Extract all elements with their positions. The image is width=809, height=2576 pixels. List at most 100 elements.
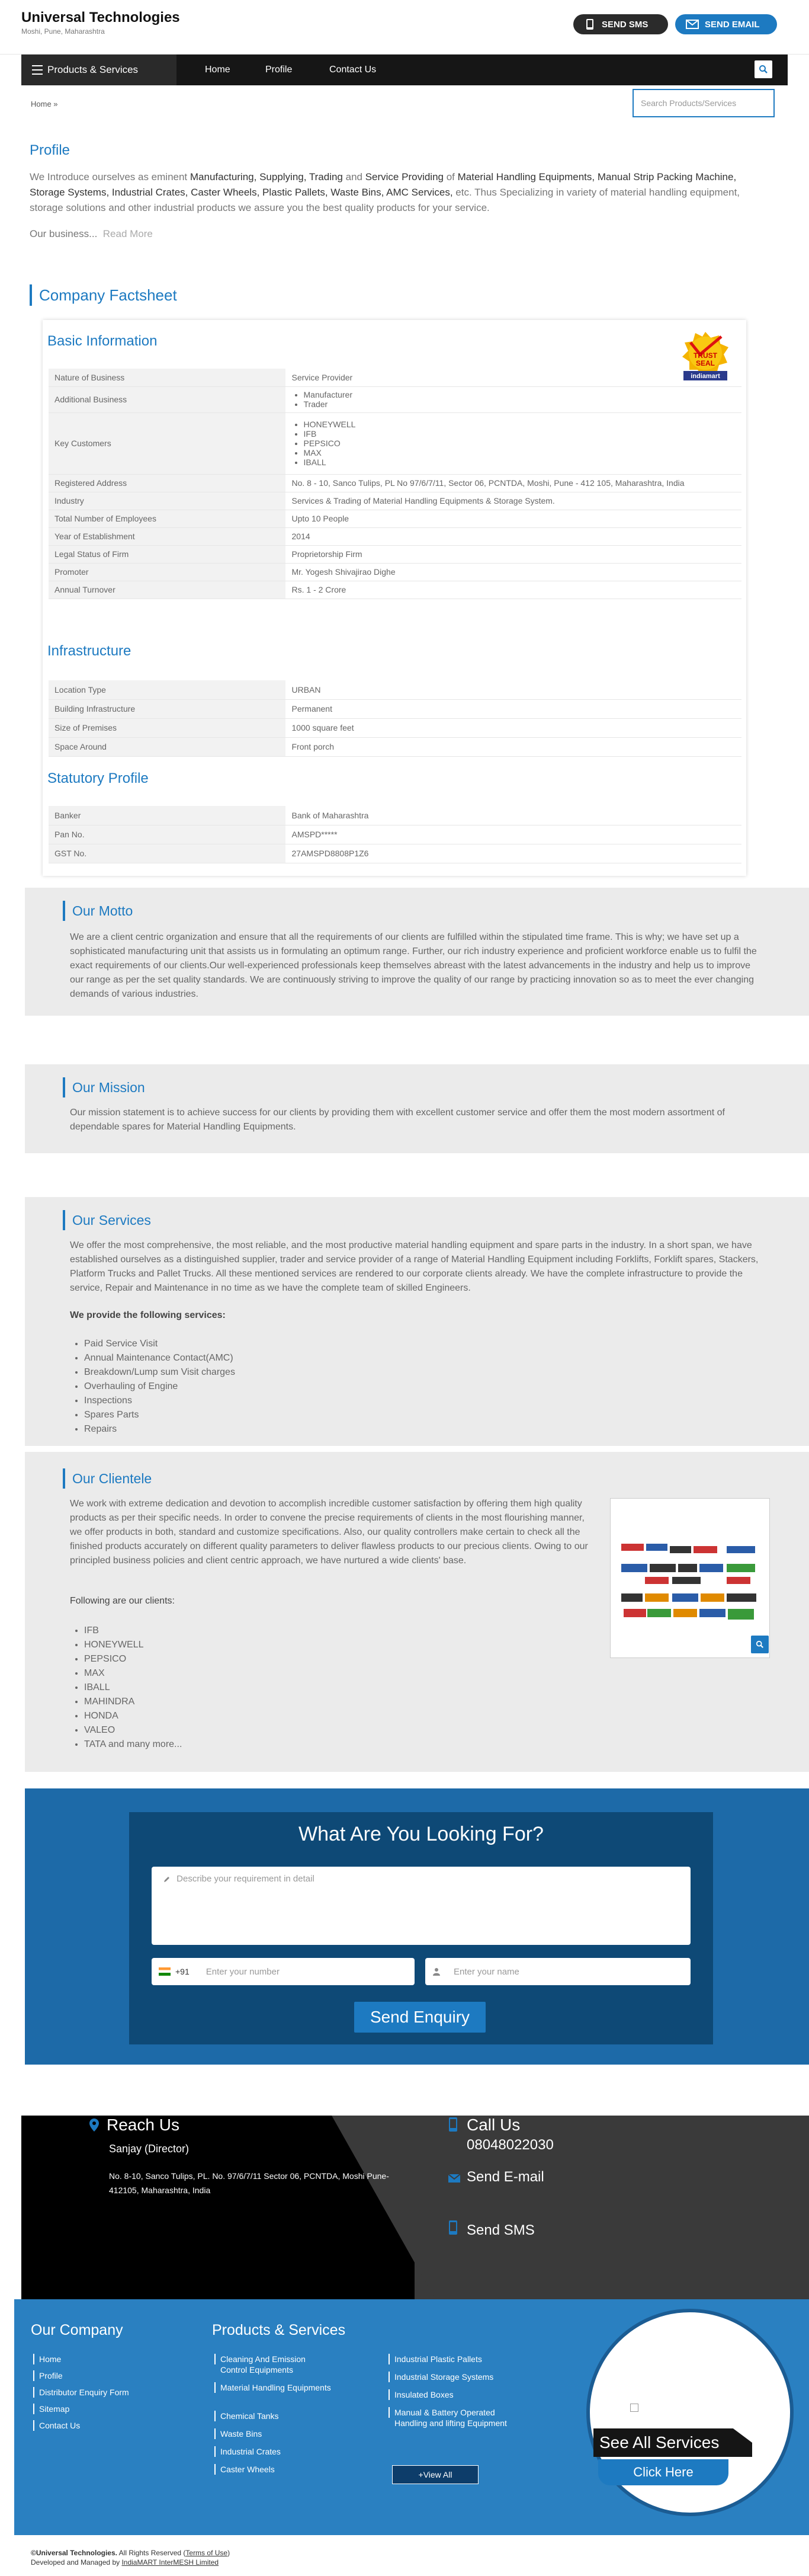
fact-value: URBAN: [285, 680, 741, 700]
list-item: Inspections: [84, 1394, 235, 1408]
fact-key: Building Infrastructure: [49, 699, 286, 719]
footer-link[interactable]: Sitemap: [33, 2404, 69, 2414]
fact-key: Year of Establishment: [49, 527, 286, 546]
nav-contact[interactable]: Contact Us: [329, 55, 376, 85]
footer-link[interactable]: Industrial Plastic Pallets: [389, 2354, 519, 2364]
fact-key: Location Type: [49, 680, 286, 700]
fact-list-item: PEPSICO: [304, 439, 736, 448]
contact-address: No. 8-10, Sanco Tulips, PL. No. 97/6/7/1…: [109, 2171, 389, 2195]
fact-value: HONEYWELLIFBPEPSICOMAXIBALL: [285, 412, 741, 475]
fact-value: Service Provider: [285, 369, 741, 387]
fact-row: Pan No. AMSPD*****: [49, 825, 741, 844]
fact-row: Year of Establishment 2014: [49, 527, 741, 546]
fact-value: ManufacturerTrader: [285, 386, 741, 413]
fact-row: Registered Address No. 8 - 10, Sanco Tuli…: [49, 474, 741, 492]
send-sms-link[interactable]: Send SMS: [467, 2222, 535, 2239]
footer-link[interactable]: Manual & Battery Operated Handling and l…: [389, 2407, 519, 2428]
fact-row: Space Around Front porch: [49, 737, 741, 757]
footer-link[interactable]: Material Handling Equipments: [214, 2382, 333, 2393]
name-input[interactable]: Enter your name: [425, 1958, 691, 1985]
fact-key: Space Around: [49, 737, 286, 757]
footer-link[interactable]: Home: [33, 2354, 61, 2364]
zoom-image-button[interactable]: [751, 1636, 769, 1653]
fact-value: 1000 square feet: [285, 718, 741, 738]
fact-list-item: Manufacturer: [304, 390, 736, 399]
factsheet-title: Company Factsheet: [30, 284, 177, 306]
fact-row: Promoter Mr. Yogesh Shivajirao Dighe: [49, 563, 741, 581]
fact-row: Building Infrastructure Permanent: [49, 699, 741, 719]
country-code[interactable]: +91: [175, 1967, 190, 1976]
footer-link[interactable]: Caster Wheels: [214, 2464, 333, 2475]
fact-key: Banker: [49, 806, 286, 825]
main-nav: Products & Services Home Profile Contact…: [21, 55, 788, 85]
nav-home[interactable]: Home: [205, 55, 230, 85]
fact-key: Industry: [49, 492, 286, 510]
send-email-link[interactable]: Send E-mail: [467, 2169, 544, 2185]
fact-key: Size of Premises: [49, 718, 286, 738]
requirement-textarea[interactable]: Describe your requirement in detail: [152, 1867, 691, 1945]
nav-profile[interactable]: Profile: [265, 55, 292, 85]
fact-value: No. 8 - 10, Sanco Tulips, PL No 97/6/7/1…: [285, 474, 741, 492]
india-flag-icon: [159, 1967, 171, 1976]
fact-key: Registered Address: [49, 474, 286, 492]
view-all-button[interactable]: +View All: [392, 2465, 479, 2484]
breadcrumb[interactable]: Home »: [31, 100, 58, 108]
footer-link[interactable]: Industrial Crates: [214, 2446, 333, 2457]
motto-title: Our Motto: [63, 901, 133, 921]
clientele-list: IFBHONEYWELLPEPSICOMAXIBALLMAHINDRAHONDA…: [70, 1624, 182, 1752]
client-logos-image[interactable]: [610, 1498, 770, 1658]
search-input[interactable]: Search Products/Services: [633, 89, 775, 117]
search-placeholder: Search Products/Services: [641, 98, 737, 108]
contact-person: Sanjay (Director): [109, 2143, 190, 2155]
fact-row: Legal Status of Firm Proprietorship Firm: [49, 545, 741, 564]
fact-list-item: Trader: [304, 399, 736, 409]
fact-key: Annual Turnover: [49, 581, 286, 599]
fact-list-item: MAX: [304, 448, 736, 457]
send-email-button[interactable]: SEND EMAIL: [675, 14, 777, 34]
terms-link[interactable]: Terms of Use: [185, 2549, 227, 2557]
click-here-button[interactable]: Click Here: [598, 2459, 728, 2485]
list-item: Overhauling of Engine: [84, 1380, 235, 1394]
nav-products-services[interactable]: Products & Services: [21, 55, 176, 85]
fact-value: Bank of Maharashtra: [285, 806, 741, 825]
contact-phone[interactable]: 08048022030: [467, 2137, 554, 2153]
footer-link[interactable]: Distributor Enquiry Form: [33, 2387, 129, 2398]
phone-placeholder: Enter your number: [206, 1966, 280, 1977]
send-sms-button[interactable]: SEND SMS: [573, 14, 668, 34]
list-item: Paid Service Visit: [84, 1337, 235, 1351]
fact-row: Additional BusinessManufacturerTrader: [49, 386, 741, 413]
company-name[interactable]: Universal Technologies: [21, 9, 180, 26]
see-all-services-label[interactable]: See All Services: [593, 2428, 752, 2457]
nav-products-label: Products & Services: [47, 64, 139, 75]
profile-more: Our business... Read More: [30, 228, 153, 239]
search-toggle-button[interactable]: [755, 60, 772, 78]
services-list-heading: We provide the following services:: [70, 1310, 226, 1320]
site-header: Universal Technologies Moshi, Pune, Maha…: [0, 0, 809, 55]
footer-link[interactable]: Waste Bins: [214, 2428, 333, 2439]
phone-icon: [449, 2220, 457, 2235]
footer-link[interactable]: Chemical Tanks: [214, 2411, 333, 2421]
footer-link[interactable]: Cleaning And Emission Control Equipments: [214, 2354, 333, 2375]
fact-key: Pan No.: [49, 825, 286, 844]
list-item: PEPSICO: [84, 1652, 182, 1666]
read-more-link[interactable]: Read More: [103, 228, 153, 239]
footer-link[interactable]: Profile: [33, 2370, 63, 2381]
fact-row: Nature of Business Service Provider: [49, 369, 741, 387]
indiamart-link[interactable]: IndiaMART InterMESH Limited: [121, 2558, 219, 2567]
footer-link[interactable]: Insulated Boxes: [389, 2389, 519, 2400]
send-enquiry-button[interactable]: Send Enquiry: [354, 2002, 486, 2033]
user-icon: [433, 1968, 440, 1976]
list-item: IBALL: [84, 1681, 182, 1695]
search-icon: [756, 1640, 763, 1648]
mobile-icon: [449, 2117, 457, 2132]
services-text: We offer the most comprehensive, the mos…: [70, 1240, 759, 1293]
fact-list-item: IFB: [304, 429, 736, 439]
footer-link[interactable]: Contact Us: [33, 2420, 80, 2431]
mail-icon: [686, 20, 699, 29]
send-sms-label: SEND SMS: [602, 19, 649, 30]
list-item: TATA and many more...: [84, 1737, 182, 1752]
footer-link[interactable]: Industrial Storage Systems: [389, 2372, 519, 2382]
svg-text:TRUST: TRUST: [694, 351, 718, 360]
phone-input[interactable]: +91 Enter your number: [152, 1958, 415, 1985]
fact-value: Upto 10 People: [285, 510, 741, 528]
